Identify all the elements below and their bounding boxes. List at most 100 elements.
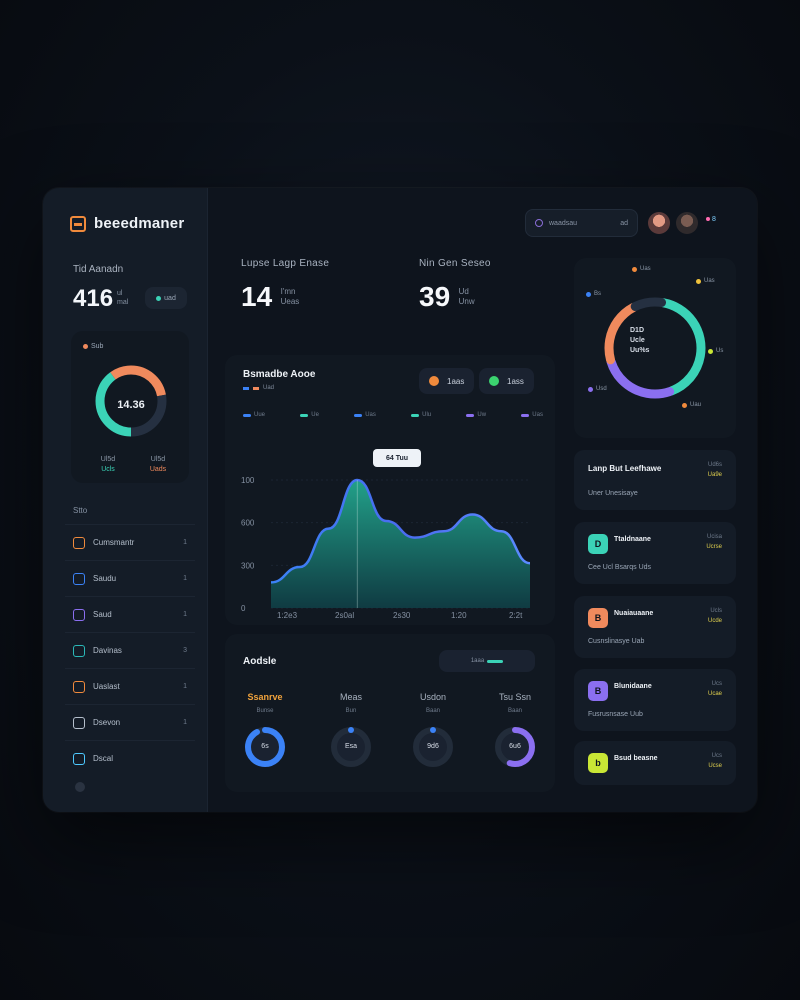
legend-label: Uas	[532, 412, 543, 418]
legend-swatch-icon	[521, 413, 530, 417]
activity-column[interactable]: Meas Bun Esa	[321, 692, 381, 768]
activity-sub: Baan	[425, 708, 440, 714]
brand[interactable]: beeedmaner	[70, 215, 184, 232]
x-tick-label: 2s0al	[335, 611, 354, 620]
side-stat-unit-2: mal	[117, 299, 129, 306]
chart-legend-item: Uw	[466, 412, 486, 418]
chart-filter-button[interactable]: 1aas	[419, 368, 475, 394]
sidebar-item[interactable]: Davinas 3	[65, 632, 195, 668]
sidebar-item-label: Uaslast	[93, 682, 120, 691]
ring-center-line: Ucle	[630, 337, 645, 344]
chart-legend-item: Uue	[243, 412, 265, 418]
chart-tooltip: 64 Tuu	[373, 449, 421, 467]
y-tick-label: 0	[241, 604, 246, 613]
menu-item-icon	[73, 608, 85, 621]
kpi-card: Nin Gen Seseo 39 Ud Unw	[419, 258, 491, 313]
summary-card[interactable]: Lanp But Leefhawe Uner Unesisaye Ud6s Ua9…	[574, 450, 736, 510]
subtitle-swatch-icon	[243, 386, 249, 390]
list-item-name: Nuaiauaane	[614, 610, 654, 617]
x-tick-label: 2:2t	[509, 611, 523, 620]
sidebar-item[interactable]: Saud 1	[65, 596, 195, 632]
chart-filter-label: 1ass	[507, 376, 524, 386]
meta-line: Ucs	[711, 753, 722, 759]
chart-legend-item: Ulu	[411, 412, 431, 418]
ring-label-dot-icon	[586, 291, 591, 297]
list-item-icon-glyph: b	[595, 758, 601, 768]
y-tick-label: 100	[241, 476, 255, 485]
activity-value: 6u6	[509, 743, 521, 750]
activity-sub: Baan	[507, 708, 522, 714]
activity-title: Aodsle	[243, 656, 277, 667]
list-item-name: Bsud beasne	[614, 755, 658, 762]
notification-badge[interactable]: 8	[706, 216, 716, 223]
activity-value: Esa	[344, 743, 358, 750]
chart-legend-item: Ue	[300, 412, 319, 418]
list-item[interactable]: B Blunidaane Fusrusnsase Uub Ucs Ucae	[574, 669, 736, 731]
legend-label: Uue	[254, 412, 266, 418]
side-stat-unit: ul mal	[117, 289, 128, 307]
activity-sub: Bun	[345, 708, 357, 714]
list-item[interactable]: D Ttaldnaane Cee Ucl Bsarqs Uds Ucisa Ucrse	[574, 522, 736, 584]
legend-swatch-icon	[354, 413, 363, 417]
sidebar-item[interactable]: Uaslast 1	[65, 668, 195, 704]
activity-filter-pill[interactable]: 1aaa	[439, 650, 535, 672]
list-item[interactable]: B Nuaiauaane Cusnslinasye Uab Ucls Ucde	[574, 596, 736, 658]
sidebar-footer-avatar[interactable]	[75, 782, 85, 792]
search-input[interactable]: waadsau ad	[525, 209, 638, 237]
legend-label: Uw	[477, 412, 487, 418]
activity-column[interactable]: Tsu Ssn Baan 6u6	[485, 692, 545, 768]
sidebar-item[interactable]: Dscal	[65, 740, 195, 776]
sidebar-item-label: Dscal	[93, 754, 114, 763]
summary-card-title: Lanp But Leefhawe	[588, 464, 662, 473]
legend-label: Ulu	[422, 412, 432, 418]
activity-ring: 9d6	[412, 726, 454, 768]
sidebar-menu: Cumsmantr 1 Saudu 1 Saud 1 Davinas 3 Uaslast 1 Dse…	[65, 524, 195, 776]
chart-title: Bsmadbe Aooe	[243, 369, 316, 380]
x-tick-label: 1:2e3	[277, 611, 298, 620]
list-item[interactable]: b Bsud beasne Ucs Ucse	[574, 741, 736, 785]
sidebar-item[interactable]: Dsevon 1	[65, 704, 195, 740]
legend-label: Ue	[311, 412, 319, 418]
avatar[interactable]	[648, 212, 670, 234]
x-tick-label: 1:20	[451, 611, 467, 620]
filter-dot-icon	[429, 376, 439, 386]
meta-highlight: Ua9e	[707, 472, 722, 478]
sidebar-item-count: 1	[183, 575, 187, 582]
ring-label: Bs	[586, 291, 601, 297]
ring-label-text: Bs	[594, 291, 602, 297]
kpi-label: Nin Gen Seseo	[419, 258, 491, 269]
sidebar-item-count: 1	[183, 719, 187, 726]
sidebar-item[interactable]: Saudu 1	[65, 560, 195, 596]
activity-label: Meas	[339, 692, 362, 702]
sidebar-item-label: Davinas	[93, 646, 122, 655]
ring-label-dot-icon	[682, 402, 687, 408]
side-stat-pill[interactable]: uad	[145, 287, 187, 309]
chart-filter-button[interactable]: 1ass	[479, 368, 534, 394]
menu-item-icon	[73, 572, 85, 585]
summary-card-subtitle: Uner Unesisaye	[588, 490, 638, 497]
activity-label: Usdon	[419, 692, 446, 702]
ring-center-line: Uu%s	[630, 347, 650, 354]
activity-value: 6s	[261, 743, 269, 750]
chart-legend-item: Uas	[354, 412, 376, 418]
meta-highlight: Ucae	[707, 691, 722, 697]
side-stat-pill-label: uad	[164, 294, 176, 302]
area-fill	[271, 480, 530, 608]
donut-tag-label: Sub	[91, 343, 104, 350]
ring-center-text: D1D Ucle Uu%s	[630, 326, 680, 356]
subtitle-swatch-icon	[253, 386, 259, 390]
sidebar-item-label: Dsevon	[93, 718, 121, 727]
notification-count: 8	[712, 216, 716, 223]
kpi-unit: Ud Unw	[459, 287, 475, 307]
activity-column[interactable]: Ssanrve Bunse 6s	[235, 692, 295, 768]
menu-item-icon	[73, 680, 85, 693]
kpi-value: 39	[419, 281, 451, 312]
sidebar-item[interactable]: Cumsmantr 1	[65, 524, 195, 560]
filter-dot-icon	[489, 376, 499, 386]
chart-filter-label: 1aas	[447, 376, 465, 386]
brand-name: beeedmaner	[94, 215, 185, 232]
chart-legend: Uue Ue Uas Ulu Uw Uas	[243, 412, 543, 418]
donut-legend: Ul5d Ul5d Ucls Uads	[83, 456, 183, 473]
activity-column[interactable]: Usdon Baan 9d6	[403, 692, 463, 768]
avatar[interactable]	[676, 212, 698, 234]
